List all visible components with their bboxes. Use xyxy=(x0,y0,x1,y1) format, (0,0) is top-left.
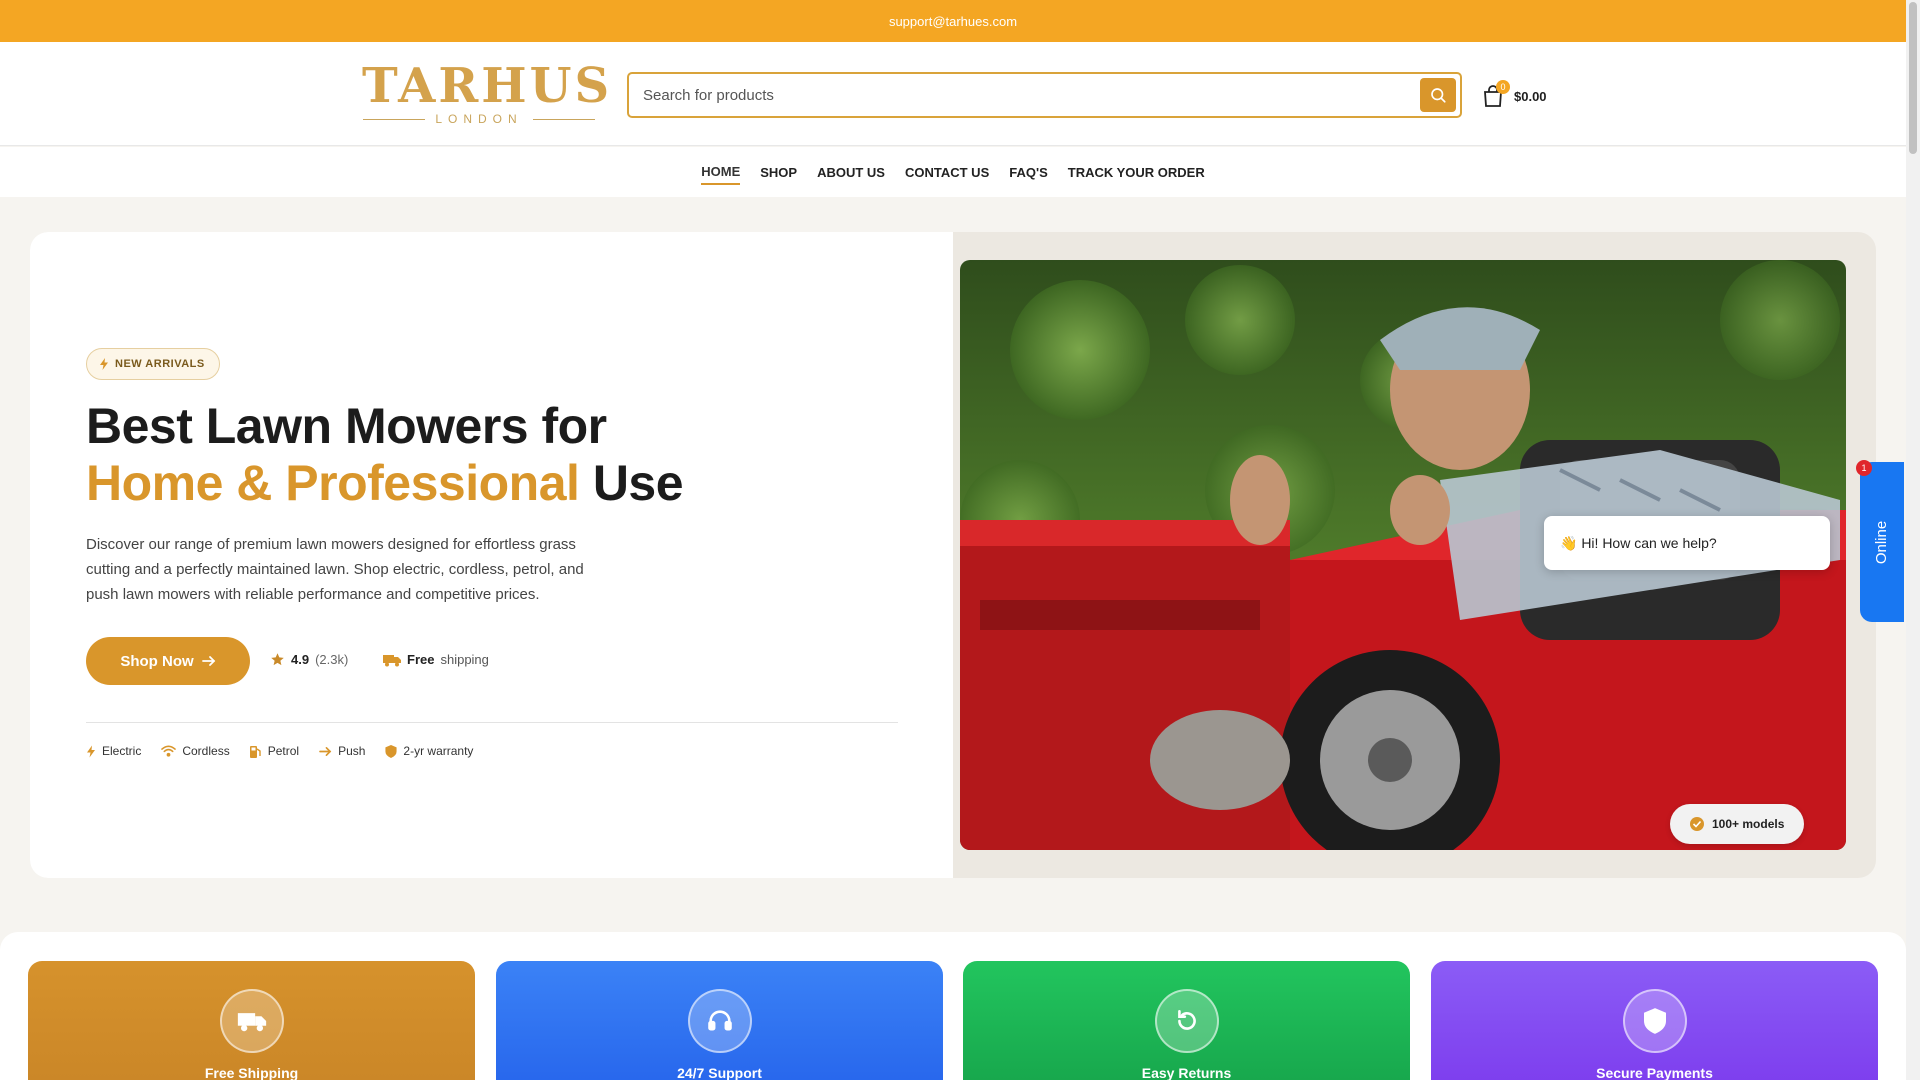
feature-electric: Electric xyxy=(86,744,141,758)
badge-label: NEW ARRIVALS xyxy=(115,358,205,370)
chat-notification-badge: 1 xyxy=(1856,460,1872,476)
feature-push: Push xyxy=(319,744,365,758)
feature-warranty: 2-yr warranty xyxy=(385,744,473,758)
hero-description: Discover our range of premium lawn mower… xyxy=(86,536,584,603)
chat-online-label: Online xyxy=(1873,520,1891,564)
wifi-icon xyxy=(161,745,177,757)
scrollbar-thumb[interactable] xyxy=(1909,2,1917,154)
page-scrollbar[interactable] xyxy=(1906,0,1920,1080)
card-label: Secure Payments xyxy=(1596,1065,1713,1080)
feature-cordless: Cordless xyxy=(161,744,230,758)
check-circle-icon xyxy=(1690,817,1704,831)
hero-title-accent: Home & Professional xyxy=(86,455,580,511)
headset-icon xyxy=(687,989,752,1053)
fuel-pump-icon xyxy=(249,745,261,758)
free-shipping-note: Free shipping xyxy=(383,652,489,667)
shipping-bold: Free xyxy=(407,652,435,667)
arrow-right-icon xyxy=(201,656,215,666)
search-button[interactable] xyxy=(1420,78,1456,112)
star-icon xyxy=(271,653,284,666)
search-input[interactable] xyxy=(643,84,1403,106)
rating-summary: 4.9 (2.3k) xyxy=(270,652,348,667)
lightning-icon xyxy=(100,358,108,370)
shop-now-label: Shop Now xyxy=(120,652,194,670)
feature-card-secure-payments: Secure Payments xyxy=(1431,961,1878,1080)
nav-item-faqs[interactable]: FAQ'S xyxy=(1009,161,1048,184)
nav-item-contact-us[interactable]: CONTACT US xyxy=(905,161,989,184)
support-email-link[interactable]: support@tarhues.com xyxy=(889,14,1017,29)
hero-title: Best Lawn Mowers for Home & Professional… xyxy=(86,398,786,512)
rating-count: (2.3k) xyxy=(315,652,349,667)
hero-title-line1: Best Lawn Mowers for xyxy=(86,398,607,454)
feature-label: Cordless xyxy=(182,744,230,758)
cart-button[interactable]: 0 $0.00 xyxy=(1482,80,1547,110)
shipping-rest: shipping xyxy=(440,652,489,667)
card-label: Easy Returns xyxy=(1141,1065,1232,1080)
logo-sub-text: LONDON xyxy=(435,112,523,126)
feature-card-free-shipping: Free Shipping xyxy=(28,961,475,1080)
shopping-bag-icon: 0 xyxy=(1482,80,1510,108)
feature-list: Electric Cordless Petrol Push 2-yr warra… xyxy=(86,744,473,758)
truck-icon xyxy=(219,989,284,1053)
truck-icon xyxy=(383,654,401,666)
feature-label: Petrol xyxy=(267,744,300,758)
feature-card-support: 24/7 Support xyxy=(496,961,943,1080)
feature-card-returns: Easy Returns xyxy=(963,961,1410,1080)
arrow-right-icon xyxy=(319,746,332,756)
nav-item-track-order[interactable]: TRACK YOUR ORDER xyxy=(1068,161,1205,184)
cart-total: $0.00 xyxy=(1514,88,1547,104)
shop-now-button[interactable]: Shop Now xyxy=(86,637,250,685)
hero-content: NEW ARRIVALS Best Lawn Mowers for Home &… xyxy=(30,232,953,878)
search-box xyxy=(627,72,1462,118)
shield-icon xyxy=(385,744,397,758)
card-label: 24/7 Support xyxy=(677,1065,762,1080)
feature-label: 2-yr warranty xyxy=(403,744,474,758)
site-header: TARHUS LONDON 0 $0.00 xyxy=(0,42,1906,146)
chat-greeting-bubble[interactable]: 👋 Hi! How can we help? xyxy=(1544,516,1830,570)
rating-value: 4.9 xyxy=(291,652,310,667)
shield-icon xyxy=(1622,989,1687,1053)
divider xyxy=(86,722,898,723)
nav-item-about-us[interactable]: ABOUT US xyxy=(817,161,885,184)
feature-label: Electric xyxy=(102,744,142,758)
logo-wordmark: TARHUS xyxy=(362,58,613,114)
feature-petrol: Petrol xyxy=(249,744,300,758)
models-count-pill: 100+ models xyxy=(1670,804,1805,844)
chat-greeting-text: 👋 Hi! How can we help? xyxy=(1560,534,1717,551)
site-logo[interactable]: TARHUS LONDON xyxy=(362,58,613,126)
logo-subtitle: LONDON xyxy=(362,112,596,126)
nav-item-home[interactable]: HOME xyxy=(701,160,741,185)
cart-count-badge: 0 xyxy=(1496,80,1510,94)
lightning-icon xyxy=(87,745,95,757)
search-icon xyxy=(1431,88,1446,103)
new-arrivals-badge: NEW ARRIVALS xyxy=(86,348,220,380)
nav-item-shop[interactable]: SHOP xyxy=(760,161,797,184)
hero-title-end: Use xyxy=(592,455,684,511)
top-announcement-bar: support@tarhues.com xyxy=(0,0,1906,42)
feature-label: Push xyxy=(338,744,366,758)
main-navigation: HOME SHOP ABOUT US CONTACT US FAQ'S TRAC… xyxy=(0,147,1906,197)
card-label: Free Shipping xyxy=(204,1065,299,1080)
refresh-icon xyxy=(1154,989,1219,1053)
chat-online-tab[interactable]: Online xyxy=(1860,462,1904,622)
models-pill-label: 100+ models xyxy=(1712,817,1785,831)
